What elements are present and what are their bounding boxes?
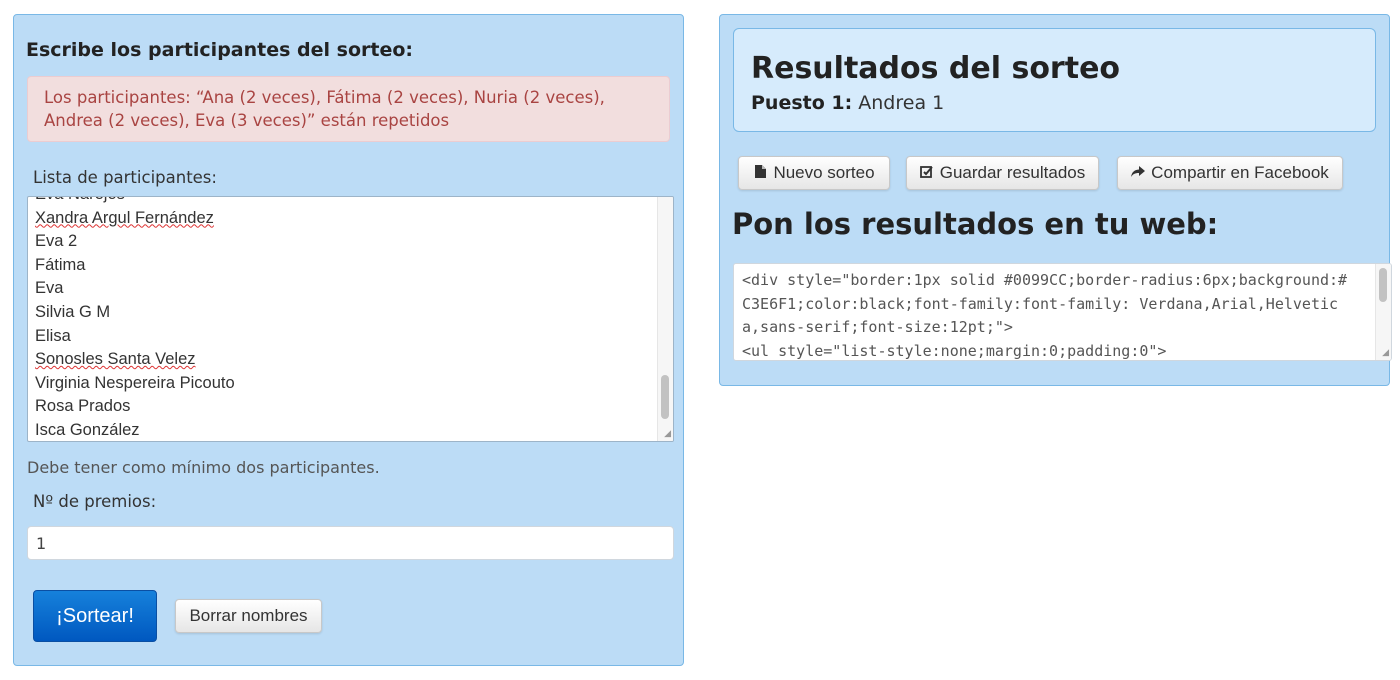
participants-panel: Escribe los participantes del sorteo: Lo… xyxy=(13,14,684,666)
participants-list: Eva Narejos Xandra Argul Fernández Eva 2… xyxy=(28,197,235,441)
draw-button[interactable]: ¡Sortear! xyxy=(33,590,157,642)
participants-scrollbar[interactable] xyxy=(657,197,673,441)
embed-heading: Pon los resultados en tu web: xyxy=(732,207,1219,241)
file-icon xyxy=(753,157,767,189)
edit-check-icon xyxy=(920,157,934,189)
list-item: Eva xyxy=(35,279,64,298)
list-item: Silvia G M xyxy=(35,302,111,321)
result-winner: Andrea 1 xyxy=(858,92,945,114)
code-scrollbar-thumb[interactable] xyxy=(1379,268,1387,302)
list-item: Virginia Nespereira Picouto xyxy=(35,373,235,392)
result-position-label: Puesto 1: xyxy=(751,92,853,114)
list-item: Eva Narejos xyxy=(35,197,235,207)
resize-grip-icon[interactable]: ◢ xyxy=(661,429,671,439)
min-participants-hint: Debe tener como mínimo dos participantes… xyxy=(27,458,380,477)
embed-code-text: <div style="border:1px solid #0099CC;bor… xyxy=(742,271,1348,360)
duplicates-alert: Los participantes: “Ana (2 veces), Fátim… xyxy=(27,76,670,142)
list-item: Xandra Argul Fernández xyxy=(35,208,214,227)
code-resize-grip-icon[interactable]: ◢ xyxy=(1379,348,1389,358)
participants-list-label: Lista de participantes: xyxy=(33,168,217,187)
new-draw-button[interactable]: Nuevo sorteo xyxy=(738,156,890,190)
list-item: Fátima xyxy=(35,255,86,274)
results-title: Resultados del sorteo xyxy=(751,51,1121,86)
list-item: Elisa xyxy=(35,326,71,345)
share-facebook-label: Compartir en Facebook xyxy=(1151,163,1329,182)
save-results-label: Guardar resultados xyxy=(939,163,1086,182)
list-item: Isca González xyxy=(35,420,140,439)
embed-code-textarea[interactable]: <div style="border:1px solid #0099CC;bor… xyxy=(733,263,1392,361)
share-facebook-button[interactable]: Compartir en Facebook xyxy=(1117,156,1343,190)
list-item: Rosa Prados xyxy=(35,397,131,416)
results-box: Resultados del sorteo Puesto 1: Andrea 1 xyxy=(733,28,1376,132)
participants-heading: Escribe los participantes del sorteo: xyxy=(26,39,413,61)
participants-textarea[interactable]: Eva Narejos Xandra Argul Fernández Eva 2… xyxy=(27,196,674,442)
clear-names-button[interactable]: Borrar nombres xyxy=(175,599,322,633)
code-scrollbar[interactable] xyxy=(1375,264,1391,360)
prizes-label: Nº de premios: xyxy=(33,492,157,511)
prizes-input[interactable]: 1 xyxy=(27,526,674,560)
new-draw-label: Nuevo sorteo xyxy=(773,163,875,182)
scrollbar-thumb[interactable] xyxy=(661,375,669,419)
list-item: Sonosles Santa Velez xyxy=(35,350,196,369)
share-arrow-icon xyxy=(1131,157,1146,189)
results-panel: Resultados del sorteo Puesto 1: Andrea 1… xyxy=(719,14,1392,386)
list-item: Eva 2 xyxy=(35,232,78,251)
result-row: Puesto 1: Andrea 1 xyxy=(751,92,944,114)
save-results-button[interactable]: Guardar resultados xyxy=(906,156,1099,190)
